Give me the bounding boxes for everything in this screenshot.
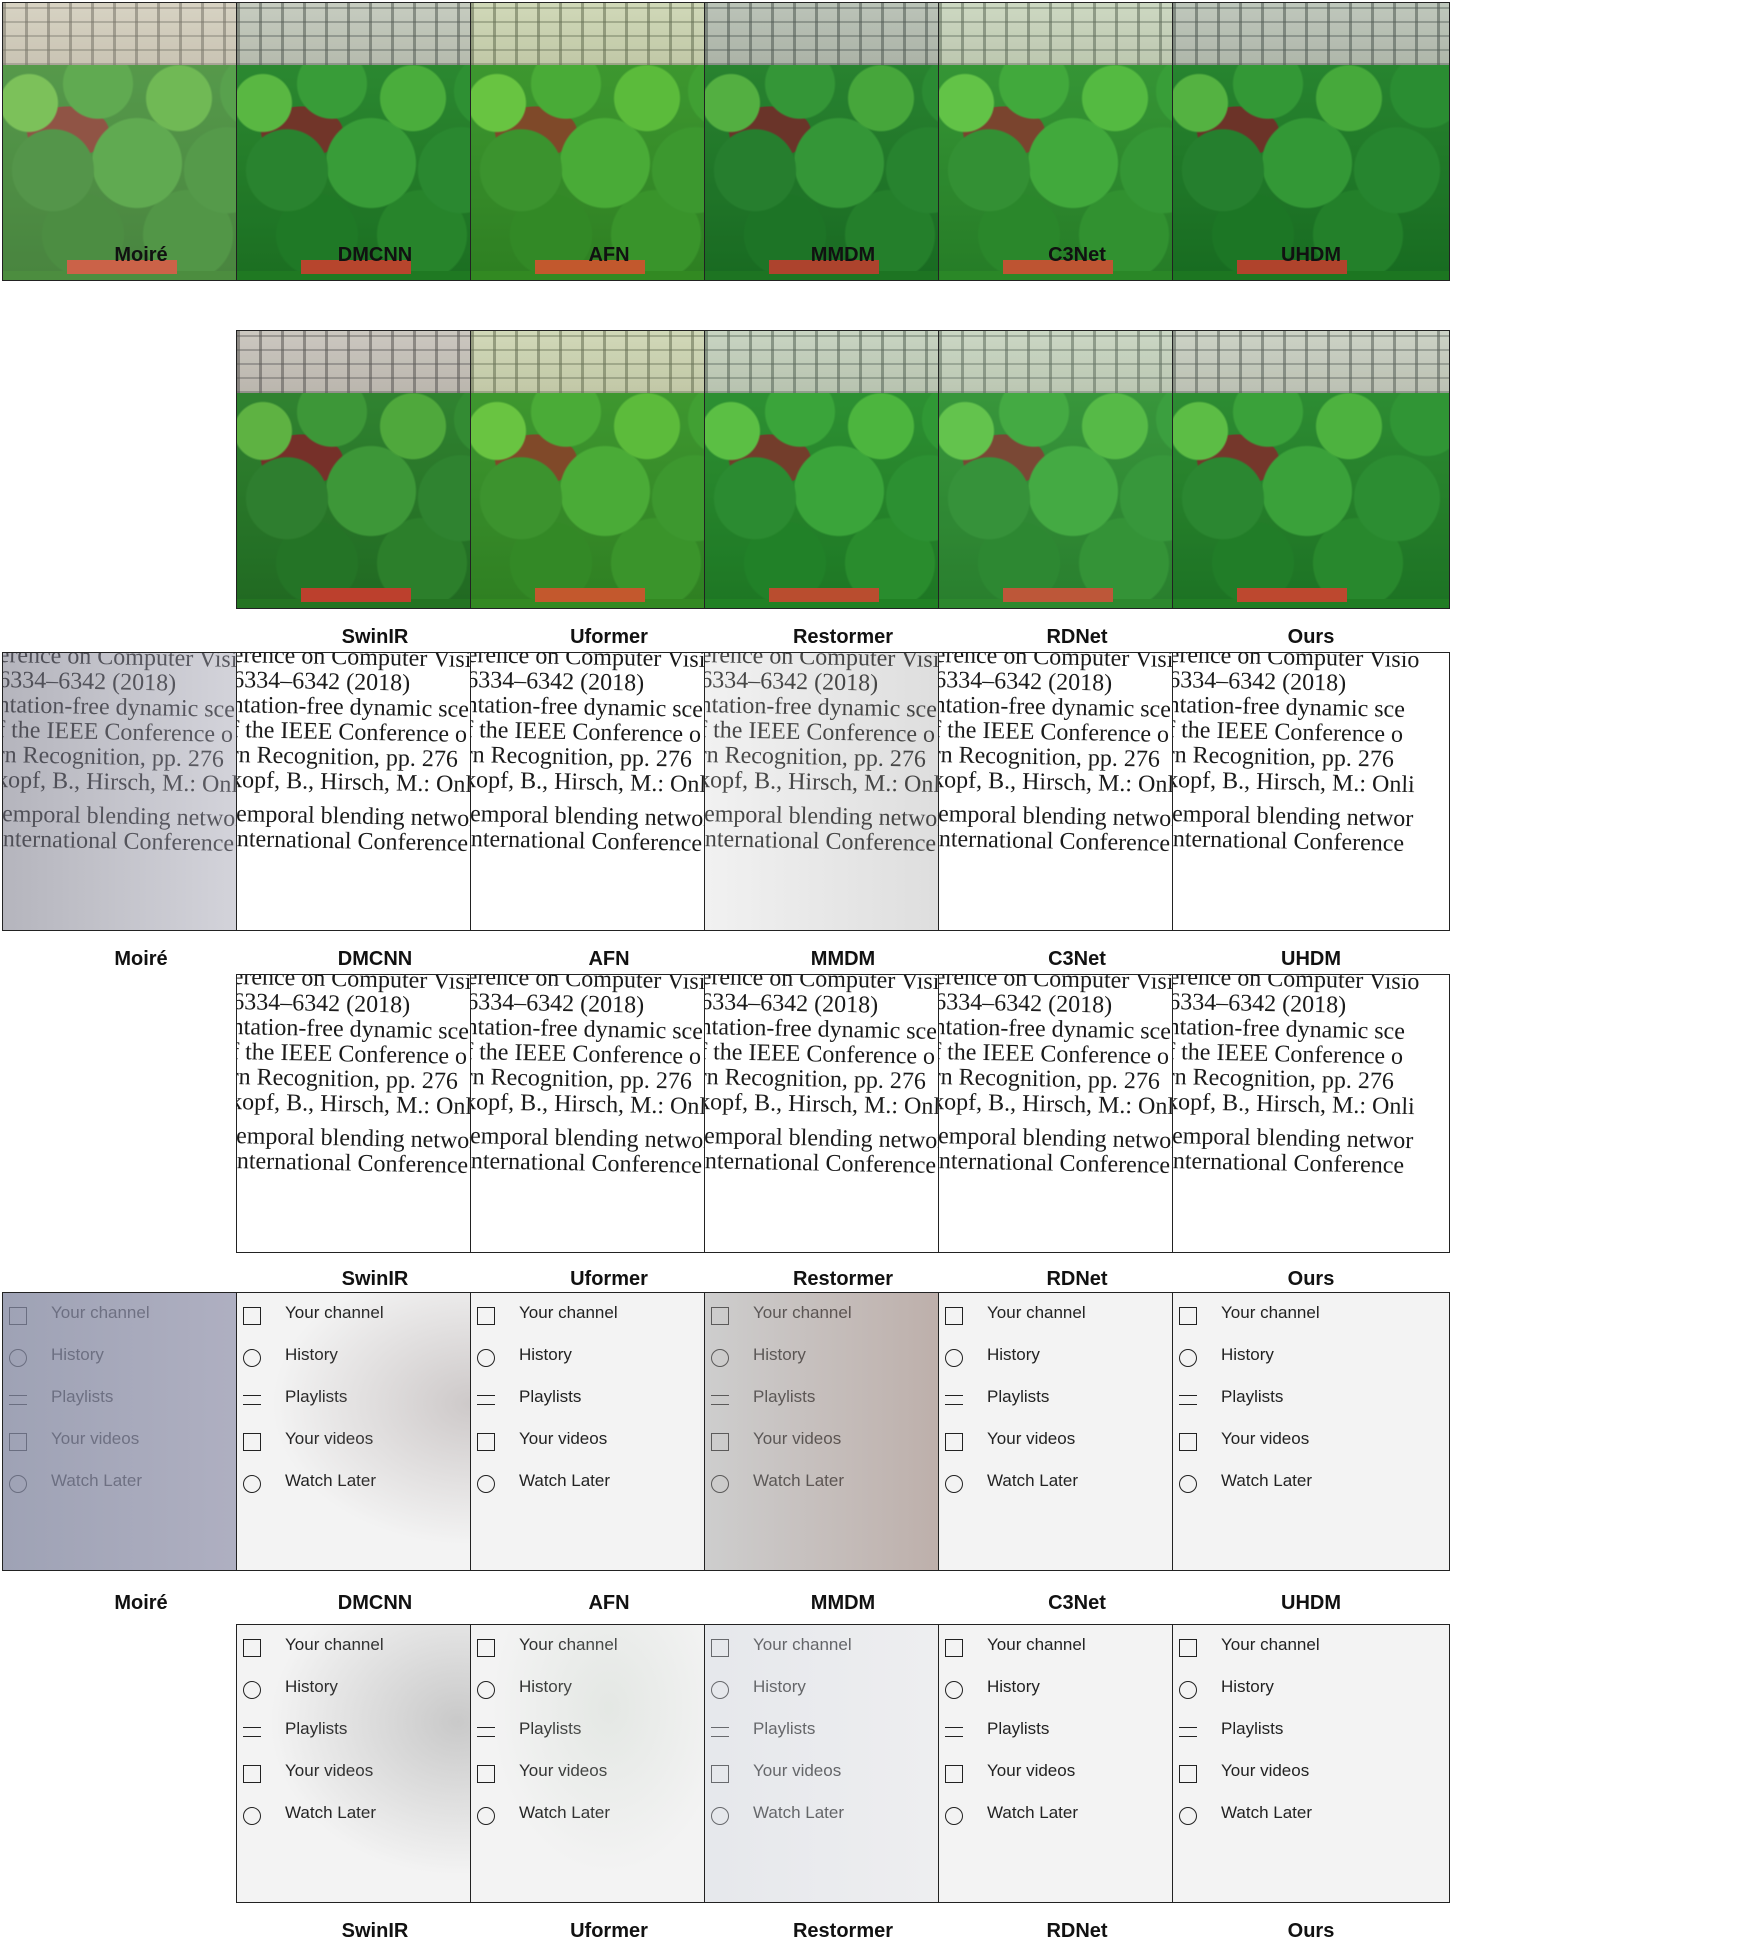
color-tint — [1173, 331, 1449, 608]
moire-overlay — [1173, 1293, 1449, 1570]
doc-result-ours: erence on Computer Visio 6334–6342 (2018)… — [1172, 974, 1450, 1253]
method-caption: UHDM — [1281, 948, 1341, 970]
color-tint — [1173, 3, 1449, 280]
menu-result-ours: Your channel History Playlists Your videos W… — [1172, 1624, 1450, 1903]
moire-overlay — [1173, 1625, 1449, 1902]
method-caption: UHDM — [1281, 1592, 1341, 1614]
doc-result-uhdm: erence on Computer Visio 6334–6342 (2018)… — [1172, 652, 1450, 931]
tree-result-ours — [1172, 330, 1450, 609]
tree-result-uhdm — [1172, 2, 1450, 281]
moire-overlay — [1173, 975, 1449, 1252]
moire-overlay — [1173, 653, 1449, 930]
method-caption: Ours — [1287, 1920, 1335, 1942]
method-caption: UHDM — [1281, 244, 1341, 266]
menu-result-uhdm: Your channel History Playlists Your videos W… — [1172, 1292, 1450, 1571]
method-caption: Ours — [1287, 626, 1335, 648]
method-caption: Ours — [1287, 1268, 1335, 1290]
